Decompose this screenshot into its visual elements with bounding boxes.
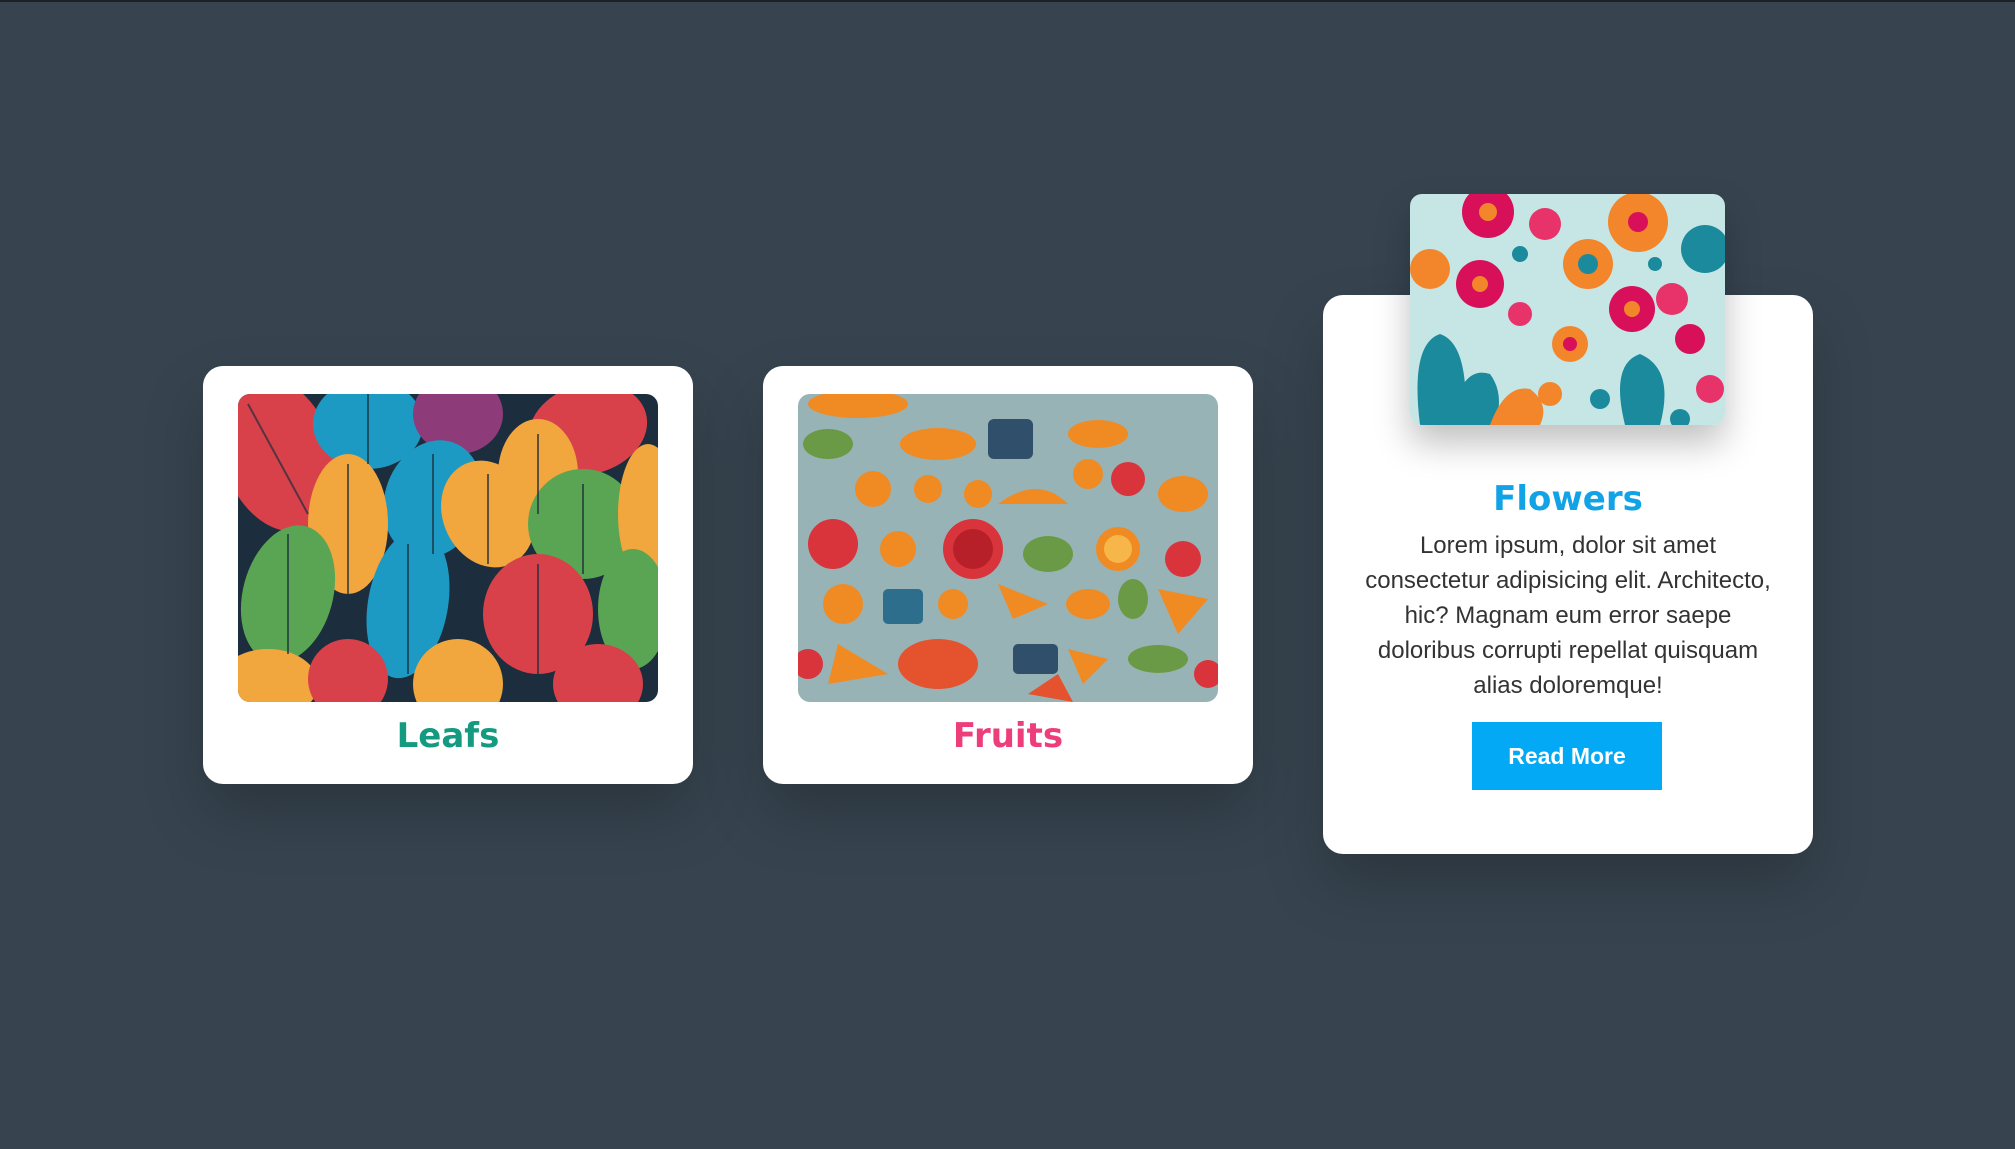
card-title: Leafs (396, 716, 500, 756)
top-border (0, 0, 2015, 2)
leaf-pattern-image (238, 394, 658, 702)
card-title: Fruits (952, 716, 1064, 756)
card-title: Flowers (1493, 479, 1643, 519)
flower-pattern-image (1410, 194, 1725, 425)
card-fruits[interactable]: Fruits (763, 366, 1253, 784)
card-leafs[interactable]: Leafs (203, 366, 693, 784)
read-more-button[interactable]: Read More (1472, 722, 1662, 790)
card-description: Lorem ipsum, dolor sit amet consectetur … (1365, 532, 1771, 699)
fruit-pattern-image (798, 394, 1218, 702)
